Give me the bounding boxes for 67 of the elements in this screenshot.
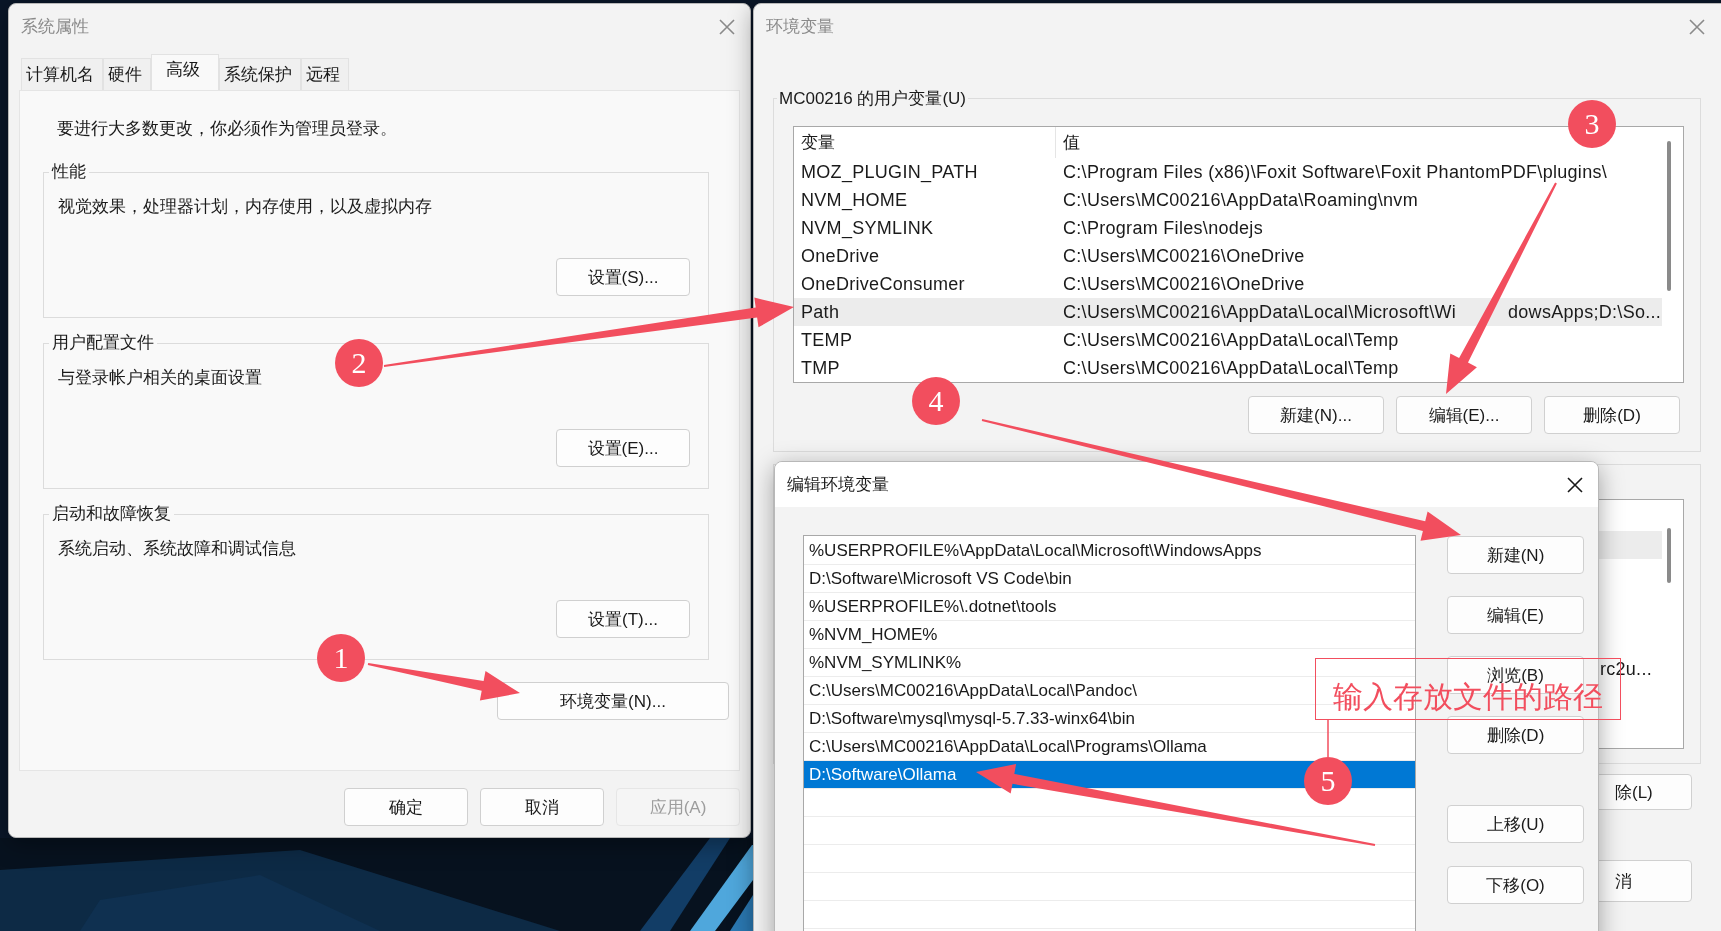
dialog-button[interactable]: 新建(N)... — [1248, 396, 1384, 434]
admin-note: 要进行大多数更改，你必须作为管理员登录。 — [57, 118, 397, 140]
path-entry[interactable]: D:\Software\mysql\mysql-5.7.33-winx64\bin — [809, 708, 1135, 729]
dialog-button[interactable]: 删除(D) — [1544, 396, 1680, 434]
dialog-button[interactable]: 新建(N) — [1447, 536, 1584, 574]
path-entry[interactable]: C:\Users\MC00216\AppData\Local\Pandoc\ — [809, 680, 1137, 701]
dialog-button[interactable]: 删除(D) — [1447, 716, 1584, 754]
variable-row[interactable]: NVM_HOME C:\Users\MC00216\AppData\Roaming\nvm — [794, 186, 1662, 214]
variable-value: C:\Users\MC00216\AppData\Local\Temp — [1062, 357, 1399, 379]
settings-button[interactable]: 设置(T)... — [556, 600, 690, 638]
tab[interactable]: 硬件 — [103, 58, 151, 90]
path-entry[interactable]: %NVM_SYMLINK% — [809, 652, 962, 673]
variable-value: C:\Users\MC00216\AppData\Local\Microsoft\Wi — [1063, 301, 1458, 323]
column-header[interactable]: 变量 — [794, 127, 1056, 158]
variable-value: C:\Users\MC00216\AppData\Roaming\nvm — [1062, 189, 1418, 211]
tab[interactable]: 远程 — [301, 58, 349, 90]
dialog-button[interactable]: 编辑(E) — [1447, 596, 1584, 634]
variable-value: C:\Program Files (x86)\Foxit Software\Foxit PhantomPDF\plugins\ — [1062, 161, 1608, 183]
dialog-button[interactable]: 上移(U) — [1447, 805, 1584, 843]
variable-value: dowsApps;D:\So... — [1508, 301, 1662, 322]
dialog-button[interactable]: 编辑(E)... — [1396, 396, 1532, 434]
group-title: 用户配置文件 — [49, 332, 157, 354]
variable-row[interactable]: OneDriveConsumer C:\Users\MC00216\OneDrive — [794, 270, 1662, 298]
variable-name: Path — [800, 301, 841, 323]
group-description: 与登录帐户相关的桌面设置 — [58, 367, 262, 389]
variable-name: OneDriveConsumer — [800, 273, 966, 295]
env-vars-button[interactable]: 环境变量(N)... — [497, 682, 729, 720]
scrollbar-icon[interactable] — [1667, 141, 1671, 291]
scrollbar-icon[interactable] — [1667, 528, 1671, 583]
variable-value: C:\Users\MC00216\OneDrive — [1062, 273, 1305, 295]
variable-row[interactable]: NVM_SYMLINK C:\Program Files\nodejs — [794, 214, 1662, 242]
variable-name: MOZ_PLUGIN_PATH — [800, 161, 979, 183]
dialog-button[interactable]: 下移(O) — [1447, 866, 1584, 904]
variable-row[interactable]: TEMP C:\Users\MC00216\AppData\Local\Temp — [794, 326, 1662, 354]
settings-button[interactable]: 设置(S)... — [556, 258, 690, 296]
group-description: 视觉效果，处理器计划，内存使用，以及虚拟内存 — [58, 196, 432, 218]
tab[interactable]: 高级 — [151, 54, 219, 90]
variable-value: C:\Program Files\nodejs — [1062, 217, 1263, 239]
variable-name: NVM_HOME — [800, 189, 909, 211]
window-title: 编辑环境变量 — [787, 474, 889, 496]
group-title: 性能 — [49, 161, 89, 183]
group-title: 启动和故障恢复 — [49, 503, 174, 525]
group-description: 系统启动、系统故障和调试信息 — [58, 538, 296, 560]
variable-row[interactable]: MOZ_PLUGIN_PATH C:\Program Files (x86)\Foxit Software\Foxit PhantomPDF\plugins\ — [794, 158, 1662, 186]
variable-name: TEMP — [800, 329, 854, 351]
variable-name: TMP — [800, 357, 841, 379]
variable-value: C:\Users\MC00216\AppData\Local\Temp — [1062, 329, 1399, 351]
column-header[interactable]: 值 — [1056, 127, 1080, 158]
window-title: 系统属性 — [21, 16, 89, 38]
variable-row[interactable]: OneDrive C:\Users\MC00216\OneDrive — [794, 242, 1662, 270]
path-entry[interactable]: %USERPROFILE%\.dotnet\tools — [809, 596, 1057, 617]
dialog-button[interactable]: 确定 — [344, 788, 468, 826]
tab[interactable]: 系统保护 — [219, 58, 301, 90]
variable-value: C:\Users\MC00216\OneDrive — [1062, 245, 1305, 267]
settings-button[interactable]: 设置(E)... — [556, 429, 690, 467]
path-entry[interactable]: %NVM_HOME% — [809, 624, 938, 645]
variable-name: OneDrive — [800, 245, 881, 267]
path-entry[interactable]: D:\Software\Microsoft VS Code\bin — [809, 568, 1072, 589]
variable-name: NVM_SYMLINK — [800, 217, 935, 239]
path-entry[interactable]: C:\Users\MC00216\AppData\Local\Programs\Ollama — [809, 736, 1207, 757]
close-icon[interactable] — [1566, 475, 1584, 494]
group-title: MC00216 的用户变量(U) — [778, 88, 968, 110]
dialog-button[interactable]: 取消 — [480, 788, 604, 826]
variable-row[interactable]: Path C:\Users\MC00216\AppData\Local\Microsoft\Wi dowsApps;D:\So... — [794, 298, 1662, 326]
path-entry[interactable]: %USERPROFILE%\AppData\Local\Microsoft\WindowsApps — [809, 540, 1262, 561]
tab[interactable]: 计算机名 — [21, 58, 103, 90]
window-title: 环境变量 — [766, 16, 834, 38]
